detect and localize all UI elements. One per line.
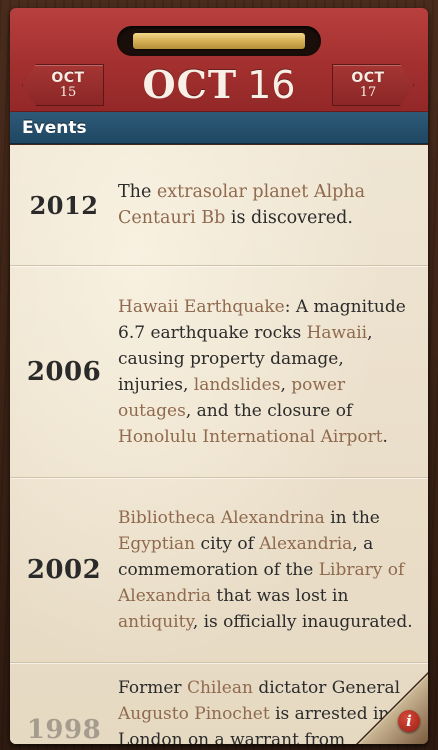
event-link[interactable]: Chilean bbox=[187, 678, 253, 698]
section-header-events: Events bbox=[10, 112, 428, 144]
events-list[interactable]: 2012 The extrasolar planet Alpha Centaur… bbox=[10, 145, 428, 744]
current-day: 16 bbox=[247, 63, 296, 107]
event-link[interactable]: Augusto Pinochet bbox=[118, 704, 270, 724]
current-date-title: OCT 16 bbox=[110, 62, 328, 108]
event-text: that was lost in bbox=[211, 586, 349, 606]
current-month: OCT bbox=[142, 62, 238, 107]
previous-day-month: OCT bbox=[51, 70, 85, 86]
event-link[interactable]: landslides bbox=[194, 375, 281, 395]
event-description: Hawaii Earthquake: A magnitude 6.7 earth… bbox=[118, 294, 428, 450]
event-year: 2006 bbox=[26, 356, 102, 387]
list-item: 1998 Former Chilean dictator General Aug… bbox=[10, 663, 428, 744]
event-text: dictator General bbox=[252, 678, 401, 698]
calendar-header: OCT 15 OCT 16 OCT 17 bbox=[10, 8, 428, 112]
event-link[interactable]: Alexandria bbox=[259, 534, 352, 554]
event-text: The bbox=[118, 182, 157, 202]
event-text: . bbox=[382, 426, 388, 447]
info-icon[interactable]: i bbox=[398, 710, 420, 732]
event-year: 1998 bbox=[26, 715, 102, 744]
event-text: , bbox=[280, 374, 292, 395]
event-text: city of bbox=[195, 534, 260, 554]
event-text: , is officially inaugurated. bbox=[192, 612, 413, 632]
event-link[interactable]: Bibliotheca Alexandrina bbox=[118, 508, 325, 528]
list-item: 2006 Hawaii Earthquake: A magnitude 6.7 … bbox=[10, 266, 428, 478]
next-day-number: 17 bbox=[359, 85, 377, 100]
event-link[interactable]: Egyptian bbox=[118, 534, 195, 554]
event-description: The extrasolar planet Alpha Centauri Bb … bbox=[118, 179, 428, 231]
calendar-frame: OCT 15 OCT 16 OCT 17 Events 2012 The ext… bbox=[10, 8, 428, 744]
event-text: is discovered. bbox=[225, 208, 353, 228]
event-year: 2012 bbox=[29, 190, 99, 220]
previous-day-button[interactable]: OCT 15 bbox=[22, 64, 104, 106]
next-day-month: OCT bbox=[351, 70, 385, 86]
event-year: 2002 bbox=[26, 555, 102, 585]
binder-ring-bar bbox=[133, 33, 305, 49]
list-item: 2002 Bibliotheca Alexandrina in the Egyp… bbox=[10, 478, 428, 663]
event-text: in the bbox=[324, 508, 380, 528]
event-link[interactable]: Honolulu International Airport bbox=[118, 427, 383, 447]
event-description: Bibliotheca Alexandrina in the Egyptian … bbox=[118, 505, 428, 635]
next-day-button[interactable]: OCT 17 bbox=[332, 64, 414, 106]
event-link[interactable]: Hawaii bbox=[307, 323, 368, 343]
event-link[interactable]: antiquity bbox=[118, 612, 193, 632]
event-text: Former bbox=[118, 678, 187, 698]
list-item: 2012 The extrasolar planet Alpha Centaur… bbox=[10, 145, 428, 266]
previous-day-number: 15 bbox=[59, 85, 77, 100]
event-text: , and the closure of bbox=[185, 400, 353, 421]
event-link[interactable]: Hawaii Earthquake bbox=[118, 297, 285, 317]
binder-ring-icon bbox=[117, 26, 321, 56]
